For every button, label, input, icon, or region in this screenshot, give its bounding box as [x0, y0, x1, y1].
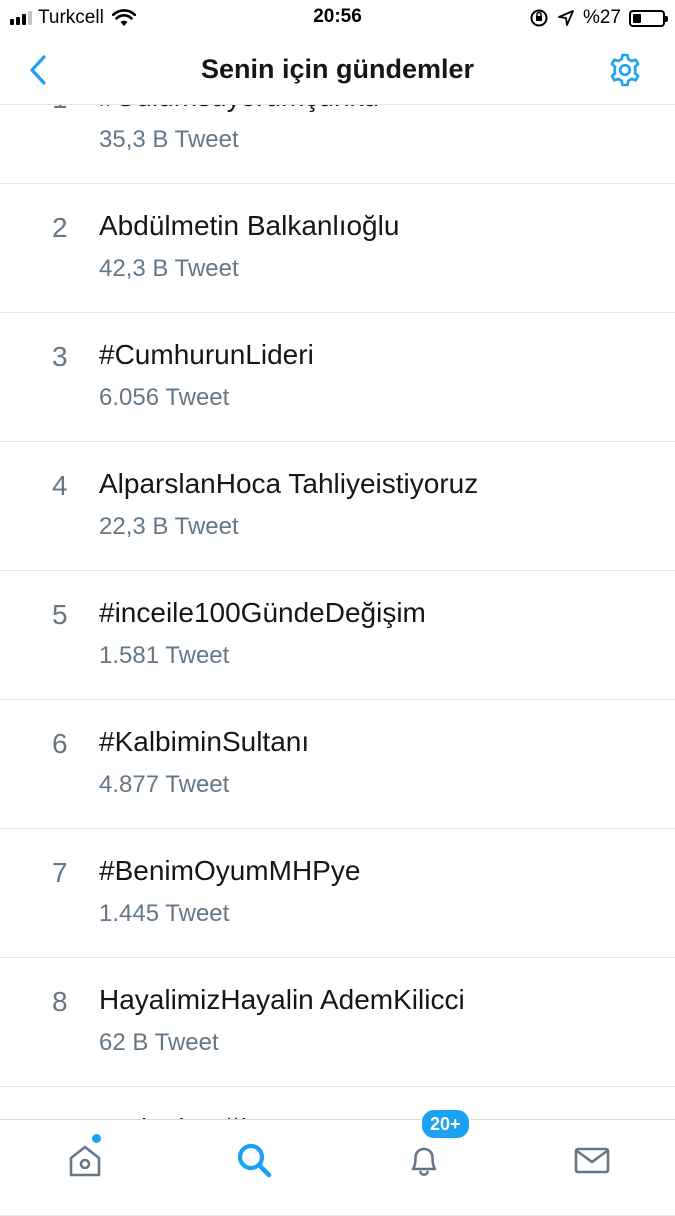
- trend-tweet-count: 6.056 Tweet: [99, 384, 230, 411]
- bell-icon: [411, 1147, 437, 1176]
- location-arrow-icon: [558, 10, 574, 26]
- trend-rank: 6: [52, 728, 68, 759]
- gear-icon: [610, 53, 640, 87]
- trend-topic: AlparslanHoca Tahliyeistiyoruz: [99, 468, 479, 499]
- wifi-icon: [111, 9, 136, 26]
- battery-icon: [629, 9, 668, 27]
- trend-topic: #BenimOyumMHPye: [99, 855, 361, 886]
- battery-level-fill: [633, 13, 641, 23]
- tab-search[interactable]: [232, 1138, 276, 1182]
- carrier-name: Turkcell: [38, 7, 104, 28]
- status-left: Turkcell: [10, 6, 136, 30]
- chevron-left-icon: [30, 55, 46, 85]
- trend-row-5[interactable]: 5 #inceile100GündeDeğişim 1.581 Tweet: [0, 571, 675, 700]
- trend-rank: 4: [52, 470, 68, 501]
- home-new-content-dot: [92, 1134, 101, 1143]
- tab-home[interactable]: [63, 1138, 107, 1182]
- trend-row-2[interactable]: 2 Abdülmetin Balkanlıoğlu 42,3 B Tweet: [0, 184, 675, 313]
- trend-tweet-count: 1.581 Tweet: [99, 642, 230, 669]
- trend-topic: Abdülmetin Balkanlıoğlu: [99, 210, 400, 241]
- trend-rank: 5: [52, 599, 68, 630]
- tab-notifications[interactable]: [402, 1138, 446, 1182]
- trend-tweet-count: 35,3 B Tweet: [99, 126, 239, 153]
- trend-rank: 7: [52, 857, 68, 888]
- signal-strength-icon: [10, 11, 32, 25]
- status-right: %27: [529, 6, 668, 30]
- trend-topic: #inceile100GündeDeğişim: [99, 597, 426, 628]
- trend-row-6[interactable]: 6 #KalbiminSultanı 4.877 Tweet: [0, 700, 675, 829]
- navigation-bar: Senin için gündemler: [0, 36, 675, 105]
- trend-row-8[interactable]: 8 HayalimizHayalin AdemKilicci 62 B Twee…: [0, 958, 675, 1087]
- trend-row-4[interactable]: 4 AlparslanHoca Tahliyeistiyoruz 22,3 B …: [0, 442, 675, 571]
- back-button[interactable]: [18, 50, 58, 90]
- status-bar: Turkcell 20:56 %27: [0, 0, 675, 36]
- page-title: Senin için gündemler: [200, 54, 475, 84]
- search-icon: [237, 1143, 272, 1178]
- trend-tweet-count: 42,3 B Tweet: [99, 255, 239, 282]
- trend-tweet-count: 62 B Tweet: [99, 1029, 219, 1056]
- envelope-icon: [574, 1147, 610, 1174]
- trend-row-3[interactable]: 3 #CumhurunLideri 6.056 Tweet: [0, 313, 675, 442]
- trend-topic: #CumhurunLideri: [99, 339, 314, 370]
- home-icon: [69, 1145, 101, 1177]
- trend-tweet-count: 4.877 Tweet: [99, 771, 230, 798]
- settings-button[interactable]: [605, 50, 645, 90]
- tab-messages[interactable]: [570, 1138, 614, 1182]
- trend-rank: 3: [52, 341, 68, 372]
- trend-topic: #KalbiminSultanı: [99, 726, 310, 757]
- tab-bar: 20+: [0, 1108, 675, 1200]
- trend-rank: 2: [52, 212, 68, 243]
- notifications-badge: 20+: [420, 1108, 471, 1140]
- trend-topic: HayalimizHayalin AdemKilicci: [99, 984, 465, 1015]
- trends-list: 1 #Gulumsuyorumçunku 35,3 B Tweet 2 Abdü…: [0, 55, 675, 1216]
- trend-tweet-count: 22,3 B Tweet: [99, 513, 239, 540]
- orientation-lock-icon: [530, 9, 548, 27]
- trend-rank: 8: [52, 986, 68, 1017]
- trend-row-7[interactable]: 7 #BenimOyumMHPye 1.445 Tweet: [0, 829, 675, 958]
- battery-percentage: %27: [582, 7, 621, 28]
- trend-tweet-count: 1.445 Tweet: [99, 900, 230, 927]
